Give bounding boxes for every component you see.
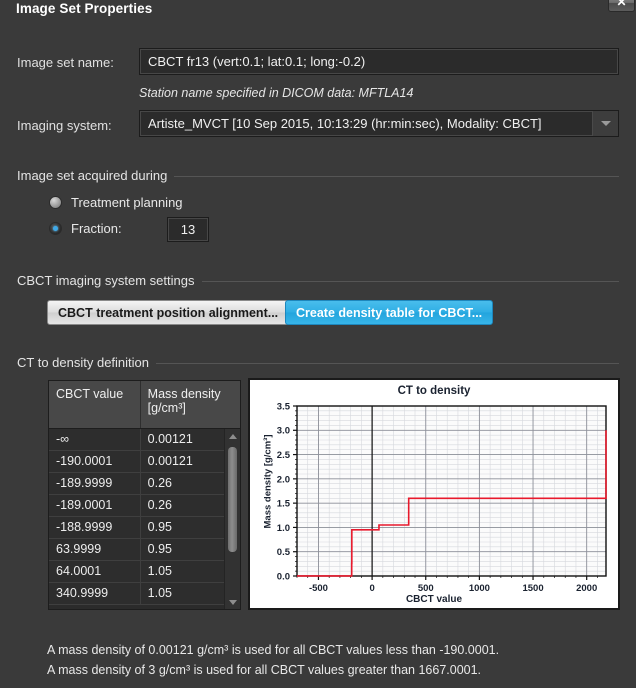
table-row[interactable]: -188.9999 0.95	[49, 516, 240, 539]
cell-cbct-value: -188.9999	[49, 516, 141, 539]
close-button[interactable]: ✕	[608, 0, 635, 12]
table-row[interactable]: 64.0001 1.05	[49, 560, 240, 583]
table-header-row: CBCT value Mass density [g/cm³]	[49, 381, 240, 429]
scroll-up-icon[interactable]	[225, 429, 240, 443]
column-header-mass-density: Mass density [g/cm³]	[140, 381, 240, 429]
ct-to-density-chart: 0.0 0.5 1.0 1.5 2.0 2.5 3.0 3.5 -500 0 500 1000 1500…	[248, 378, 620, 610]
chart-title: CT to density	[397, 385, 471, 397]
fraction-input[interactable]: 13	[167, 217, 209, 242]
svg-text:1000: 1000	[469, 583, 490, 594]
svg-text:1500: 1500	[522, 583, 543, 594]
cell-cbct-value: 340.9999	[49, 582, 141, 605]
cell-cbct-value: -∞	[49, 428, 141, 451]
radio-fraction[interactable]: Fraction:	[49, 221, 122, 236]
svg-text:0: 0	[369, 583, 374, 594]
group-title-cbct-settings: CBCT imaging system settings	[17, 273, 202, 288]
table-row[interactable]: -∞ 0.00121	[49, 428, 240, 451]
table-row[interactable]: -189.9999 0.26	[49, 472, 240, 495]
table-row[interactable]: 63.9999 0.95	[49, 538, 240, 561]
table-row[interactable]: 340.9999 1.05	[49, 582, 240, 605]
image-set-name-input[interactable]: CBCT fr13 (vert:0.1; lat:0.1; long:-0.2)	[139, 48, 619, 75]
radio-icon-unchecked	[49, 196, 62, 209]
svg-text:500: 500	[418, 583, 434, 594]
radio-treatment-planning-label: Treatment planning	[71, 195, 183, 210]
column-header-cbct-value: CBCT value	[49, 381, 141, 429]
imaging-system-label: Imaging system:	[17, 118, 112, 133]
scroll-down-icon[interactable]	[225, 595, 240, 609]
create-density-table-button[interactable]: Create density table for CBCT...	[285, 300, 494, 325]
dialog-title-bar: Image Set Properties ✕	[0, 0, 636, 22]
svg-text:1.0: 1.0	[277, 523, 290, 534]
imaging-system-select[interactable]: Artiste_MVCT [10 Sep 2015, 10:13:29 (hr:…	[139, 110, 619, 137]
svg-text:2000: 2000	[576, 583, 597, 594]
chart-x-axis-label: CBCT value	[405, 594, 463, 605]
chevron-down-icon[interactable]	[592, 111, 618, 136]
radio-fraction-label: Fraction:	[71, 221, 122, 236]
cell-cbct-value: -189.0001	[49, 494, 141, 517]
cell-cbct-value: -190.0001	[49, 450, 141, 473]
table-row[interactable]: -190.0001 0.00121	[49, 450, 240, 473]
svg-text:0.0: 0.0	[277, 571, 290, 582]
cell-cbct-value: -189.9999	[49, 472, 141, 495]
radio-icon-checked	[49, 222, 62, 235]
table-scrollbar[interactable]	[224, 429, 240, 609]
footer-note-high-density: A mass density of 3 g/cm³ is used for al…	[47, 663, 482, 677]
group-title-ct-to-density: CT to density definition	[17, 355, 156, 370]
group-title-acquired-during: Image set acquired during	[17, 168, 175, 183]
station-name-note: Station name specified in DICOM data: MF…	[139, 86, 414, 100]
chart-y-axis-label: Mass density [g/cm³]	[262, 434, 274, 529]
radio-treatment-planning[interactable]: Treatment planning	[49, 195, 183, 210]
chart-canvas: 0.0 0.5 1.0 1.5 2.0 2.5 3.0 3.5 -500 0 500 1000 1500…	[277, 401, 607, 594]
table-row[interactable]: -189.0001 0.26	[49, 494, 240, 517]
cell-cbct-value: 63.9999	[49, 538, 141, 561]
svg-text:3.0: 3.0	[277, 426, 290, 437]
cell-cbct-value: 64.0001	[49, 560, 141, 583]
page-title: Image Set Properties	[16, 1, 153, 16]
cbct-treatment-position-alignment-button[interactable]: CBCT treatment position alignment...	[47, 300, 290, 325]
svg-text:0.5: 0.5	[277, 547, 291, 558]
svg-text:2.5: 2.5	[277, 450, 291, 461]
close-icon: ✕	[616, 0, 627, 9]
svg-text:2.0: 2.0	[277, 474, 290, 485]
svg-text:-500: -500	[309, 583, 328, 594]
svg-text:1.5: 1.5	[277, 499, 291, 510]
image-set-name-label: Image set name:	[17, 55, 114, 70]
imaging-system-value: Artiste_MVCT [10 Sep 2015, 10:13:29 (hr:…	[148, 116, 542, 131]
footer-note-low-density: A mass density of 0.00121 g/cm³ is used …	[47, 643, 500, 657]
ct-density-table[interactable]: CBCT value Mass density [g/cm³] -∞ 0.0012…	[48, 380, 241, 610]
scrollbar-thumb[interactable]	[228, 447, 237, 552]
svg-text:3.5: 3.5	[277, 401, 291, 412]
